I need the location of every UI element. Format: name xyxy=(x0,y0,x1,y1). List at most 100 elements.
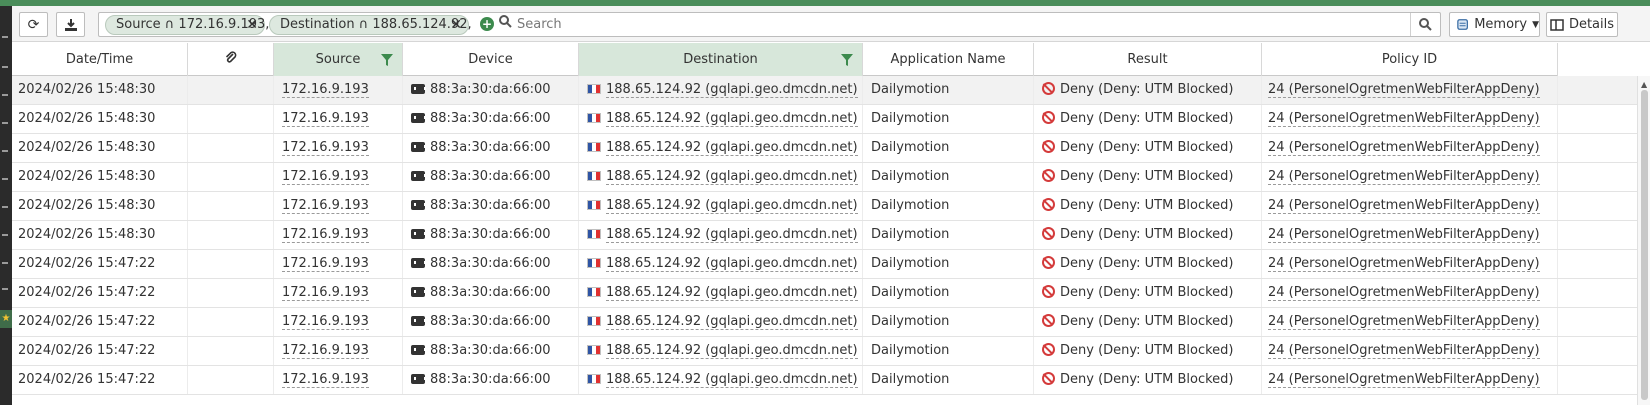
source-link[interactable]: 172.16.9.193 xyxy=(282,227,369,243)
table-row[interactable]: 2024/02/26 15:48:30 172.16.9.193 88:3a:30:… xyxy=(12,192,1650,221)
destination-cell[interactable]: 188.65.124.92 (gqlapi.geo.dmcdn.net) xyxy=(579,105,863,133)
table-row[interactable]: 2024/02/26 15:47:22 172.16.9.193 88:3a:30:… xyxy=(12,308,1650,337)
policy-cell[interactable]: 24 (PersonelOgretmenWebFilterAppDeny) xyxy=(1262,105,1558,133)
policy-cell[interactable]: 24 (PersonelOgretmenWebFilterAppDeny) xyxy=(1262,134,1558,162)
nav-marker[interactable] xyxy=(2,122,8,124)
table-row[interactable]: 2024/02/26 15:48:30 172.16.9.193 88:3a:30:… xyxy=(12,221,1650,250)
policy-cell[interactable]: 24 (PersonelOgretmenWebFilterAppDeny) xyxy=(1262,366,1558,394)
destination-cell[interactable]: 188.65.124.92 (gqlapi.geo.dmcdn.net) xyxy=(579,221,863,249)
destination-link[interactable]: 188.65.124.92 (gqlapi.geo.dmcdn.net) xyxy=(606,256,858,272)
scrollbar-thumb[interactable] xyxy=(1641,90,1648,400)
destination-cell[interactable]: 188.65.124.92 (gqlapi.geo.dmcdn.net) xyxy=(579,76,863,104)
source-cell[interactable]: 172.16.9.193 xyxy=(274,134,403,162)
scroll-up-icon[interactable]: ▲ xyxy=(1641,80,1647,89)
table-row[interactable]: 2024/02/26 15:47:22 172.16.9.193 88:3a:30:… xyxy=(12,366,1650,395)
filter-funnel-icon[interactable] xyxy=(840,53,854,67)
policy-cell[interactable]: 24 (PersonelOgretmenWebFilterAppDeny) xyxy=(1262,76,1558,104)
add-filter-icon[interactable]: + xyxy=(480,17,494,31)
column-header-destination[interactable]: Destination xyxy=(579,43,863,76)
policy-cell[interactable]: 24 (PersonelOgretmenWebFilterAppDeny) xyxy=(1262,337,1558,365)
vertical-scrollbar[interactable]: ▲ xyxy=(1637,76,1650,405)
destination-cell[interactable]: 188.65.124.92 (gqlapi.geo.dmcdn.net) xyxy=(579,337,863,365)
source-cell[interactable]: 172.16.9.193 xyxy=(274,366,403,394)
policy-link[interactable]: 24 (PersonelOgretmenWebFilterAppDeny) xyxy=(1268,82,1540,98)
policy-link[interactable]: 24 (PersonelOgretmenWebFilterAppDeny) xyxy=(1268,256,1540,272)
policy-link[interactable]: 24 (PersonelOgretmenWebFilterAppDeny) xyxy=(1268,111,1540,127)
source-link[interactable]: 172.16.9.193 xyxy=(282,285,369,301)
policy-link[interactable]: 24 (PersonelOgretmenWebFilterAppDeny) xyxy=(1268,227,1540,243)
nav-marker[interactable] xyxy=(2,66,8,68)
column-header-source[interactable]: Source xyxy=(274,43,403,76)
policy-cell[interactable]: 24 (PersonelOgretmenWebFilterAppDeny) xyxy=(1262,279,1558,307)
policy-link[interactable]: 24 (PersonelOgretmenWebFilterAppDeny) xyxy=(1268,285,1540,301)
source-cell[interactable]: 172.16.9.193 xyxy=(274,279,403,307)
column-header-policy-id[interactable]: Policy ID xyxy=(1262,43,1558,76)
destination-link[interactable]: 188.65.124.92 (gqlapi.geo.dmcdn.net) xyxy=(606,227,858,243)
policy-link[interactable]: 24 (PersonelOgretmenWebFilterAppDeny) xyxy=(1268,198,1540,214)
policy-link[interactable]: 24 (PersonelOgretmenWebFilterAppDeny) xyxy=(1268,372,1540,388)
table-row[interactable]: 2024/02/26 15:47:22 172.16.9.193 88:3a:30:… xyxy=(12,337,1650,366)
destination-link[interactable]: 188.65.124.92 (gqlapi.geo.dmcdn.net) xyxy=(606,285,858,301)
destination-link[interactable]: 188.65.124.92 (gqlapi.geo.dmcdn.net) xyxy=(606,111,858,127)
source-link[interactable]: 172.16.9.193 xyxy=(282,111,369,127)
table-row[interactable]: 2024/02/26 15:48:30 172.16.9.193 88:3a:30:… xyxy=(12,163,1650,192)
column-header-device[interactable]: Device xyxy=(403,43,579,76)
column-header-attachment[interactable] xyxy=(188,43,274,76)
source-cell[interactable]: 172.16.9.193 xyxy=(274,192,403,220)
destination-cell[interactable]: 188.65.124.92 (gqlapi.geo.dmcdn.net) xyxy=(579,366,863,394)
source-cell[interactable]: 172.16.9.193 xyxy=(274,76,403,104)
details-button[interactable]: Details xyxy=(1546,12,1618,37)
table-row[interactable]: 2024/02/26 15:48:30 172.16.9.193 88:3a:30:… xyxy=(12,134,1650,163)
nav-marker[interactable] xyxy=(2,206,8,208)
table-row[interactable]: 2024/02/26 15:48:30 172.16.9.193 88:3a:30:… xyxy=(12,76,1650,105)
source-cell[interactable]: 172.16.9.193 xyxy=(274,250,403,278)
nav-marker[interactable] xyxy=(2,288,8,290)
column-header-result[interactable]: Result xyxy=(1034,43,1262,76)
destination-cell[interactable]: 188.65.124.92 (gqlapi.geo.dmcdn.net) xyxy=(579,163,863,191)
filter-search-box[interactable]: Source ∩ 172.16.9.193, ✕ Destination ∩ 1… xyxy=(98,12,1441,37)
search-input[interactable] xyxy=(517,14,1367,34)
destination-link[interactable]: 188.65.124.92 (gqlapi.geo.dmcdn.net) xyxy=(606,169,858,185)
policy-cell[interactable]: 24 (PersonelOgretmenWebFilterAppDeny) xyxy=(1262,192,1558,220)
destination-cell[interactable]: 188.65.124.92 (gqlapi.geo.dmcdn.net) xyxy=(579,308,863,336)
source-cell[interactable]: 172.16.9.193 xyxy=(274,105,403,133)
policy-cell[interactable]: 24 (PersonelOgretmenWebFilterAppDeny) xyxy=(1262,308,1558,336)
policy-cell[interactable]: 24 (PersonelOgretmenWebFilterAppDeny) xyxy=(1262,163,1558,191)
source-link[interactable]: 172.16.9.193 xyxy=(282,314,369,330)
source-cell[interactable]: 172.16.9.193 xyxy=(274,221,403,249)
policy-link[interactable]: 24 (PersonelOgretmenWebFilterAppDeny) xyxy=(1268,140,1540,156)
search-button[interactable] xyxy=(1410,13,1440,36)
source-cell[interactable]: 172.16.9.193 xyxy=(274,163,403,191)
refresh-button[interactable]: ⟳ xyxy=(19,12,48,37)
source-cell[interactable]: 172.16.9.193 xyxy=(274,337,403,365)
destination-cell[interactable]: 188.65.124.92 (gqlapi.geo.dmcdn.net) xyxy=(579,279,863,307)
destination-link[interactable]: 188.65.124.92 (gqlapi.geo.dmcdn.net) xyxy=(606,82,858,98)
remove-filter-icon[interactable]: ✕ xyxy=(450,16,462,34)
column-header-application-name[interactable]: Application Name xyxy=(863,43,1034,76)
destination-link[interactable]: 188.65.124.92 (gqlapi.geo.dmcdn.net) xyxy=(606,372,858,388)
download-button[interactable] xyxy=(56,12,85,37)
nav-marker[interactable] xyxy=(2,150,8,152)
nav-marker[interactable] xyxy=(2,36,8,38)
filter-chip-source[interactable]: Source ∩ 172.16.9.193, ✕ xyxy=(105,15,269,35)
source-link[interactable]: 172.16.9.193 xyxy=(282,82,369,98)
destination-cell[interactable]: 188.65.124.92 (gqlapi.geo.dmcdn.net) xyxy=(579,192,863,220)
destination-cell[interactable]: 188.65.124.92 (gqlapi.geo.dmcdn.net) xyxy=(579,134,863,162)
source-link[interactable]: 172.16.9.193 xyxy=(282,169,369,185)
destination-link[interactable]: 188.65.124.92 (gqlapi.geo.dmcdn.net) xyxy=(606,314,858,330)
destination-cell[interactable]: 188.65.124.92 (gqlapi.geo.dmcdn.net) xyxy=(579,250,863,278)
filter-funnel-icon[interactable] xyxy=(380,53,394,67)
policy-link[interactable]: 24 (PersonelOgretmenWebFilterAppDeny) xyxy=(1268,343,1540,359)
source-link[interactable]: 172.16.9.193 xyxy=(282,140,369,156)
source-link[interactable]: 172.16.9.193 xyxy=(282,343,369,359)
table-row[interactable]: 2024/02/26 15:48:30 172.16.9.193 88:3a:30:… xyxy=(12,105,1650,134)
source-link[interactable]: 172.16.9.193 xyxy=(282,372,369,388)
source-link[interactable]: 172.16.9.193 xyxy=(282,256,369,272)
memory-dropdown[interactable]: Memory ▼ xyxy=(1449,12,1540,37)
source-cell[interactable]: 172.16.9.193 xyxy=(274,308,403,336)
table-row[interactable]: 2024/02/26 15:47:22 172.16.9.193 88:3a:30:… xyxy=(12,250,1650,279)
nav-marker[interactable] xyxy=(2,94,8,96)
remove-filter-icon[interactable]: ✕ xyxy=(246,16,258,34)
nav-marker[interactable] xyxy=(2,234,8,236)
source-link[interactable]: 172.16.9.193 xyxy=(282,198,369,214)
